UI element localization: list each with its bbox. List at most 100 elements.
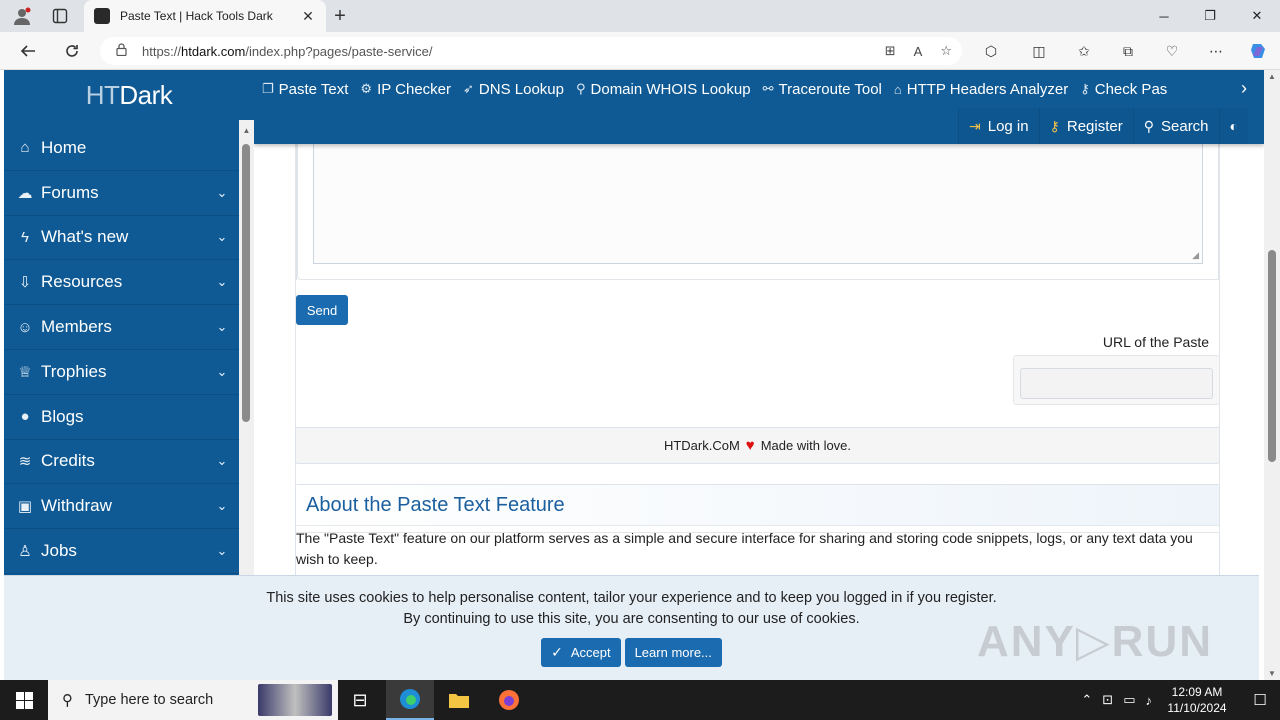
taskbar-search-placeholder: Type here to search	[85, 692, 214, 708]
anyrun-watermark: ANY▷RUN	[976, 617, 1213, 666]
site-logo[interactable]: HT Dark	[4, 70, 254, 120]
browser-tab-active[interactable]: Paste Text | Hack Tools Dark ✕	[84, 0, 326, 32]
sidebar-item-withdraw[interactable]: ▣ Withdraw ⌄	[4, 484, 239, 530]
split-screen-icon[interactable]: ◫	[1028, 41, 1050, 61]
tab-close-icon[interactable]: ✕	[298, 8, 318, 25]
search-button[interactable]: ⚲ Search	[1132, 108, 1219, 144]
logo-part-2: Dark	[119, 79, 173, 110]
file-explorer-icon[interactable]	[435, 680, 483, 720]
lock-icon	[116, 43, 130, 59]
sidebar-menu: ⌂ Home ☁ Forums ⌄ ϟ What's new ⌄ ⇩ Resources ⌄ ☺ Mem…	[4, 126, 239, 574]
clock[interactable]: 12:09 AM 11/10/2024	[1162, 684, 1232, 716]
chevron-down-icon[interactable]: ⌄	[205, 274, 239, 290]
nav-link-ip-checker[interactable]: ⚙ IP Checker	[360, 81, 451, 98]
sidebar-item-icon: ⌂	[20, 139, 30, 157]
nav-link-paste-text[interactable]: ❐ Paste Text	[262, 81, 348, 98]
taskbar-search[interactable]: ⚲ Type here to search	[48, 680, 338, 720]
heart-icon: ♥	[745, 437, 755, 454]
nav-link-traceroute-tool[interactable]: ⚯ Traceroute Tool	[763, 81, 882, 98]
settings-more-icon[interactable]: ⋯	[1205, 41, 1227, 61]
register-button[interactable]: ⚷ Register	[1038, 108, 1133, 144]
url-prefix: https://	[142, 43, 182, 59]
sidebar-item-icon: ☁	[17, 184, 33, 202]
sidebar-scroll-thumb[interactable]	[242, 144, 250, 422]
search-highlight-image	[258, 684, 332, 716]
browser-essentials-icon[interactable]: ♡	[1161, 41, 1183, 61]
resize-grip-icon[interactable]: ◢	[1192, 250, 1199, 261]
close-window-button[interactable]: ✕	[1234, 0, 1280, 32]
new-tab-button[interactable]: +	[330, 5, 350, 27]
sidebar: HT Dark ⌂ Home ☁ Forums ⌄ ϟ What's new ⌄ ⇩ Resourc…	[4, 70, 254, 576]
page-scroll-down-icon[interactable]: ▼	[1264, 669, 1280, 678]
login-button[interactable]: ⇥ Log in	[958, 108, 1039, 144]
favorites-icon[interactable]: ✩	[1073, 41, 1095, 61]
scroll-up-arrow-icon[interactable]: ▲	[239, 126, 254, 135]
network-device-icon[interactable]: ⊡	[1102, 692, 1113, 708]
nav-link-icon: ❐	[262, 81, 274, 96]
chevron-down-icon[interactable]: ⌄	[205, 185, 239, 201]
notification-center-icon[interactable]: ☐	[1250, 690, 1270, 710]
favorite-star-icon[interactable]: ☆	[940, 43, 952, 59]
sidebar-item-blogs[interactable]: ● Blogs	[4, 395, 239, 440]
sidebar-item-jobs[interactable]: ♙ Jobs ⌄	[4, 529, 239, 574]
firefox-icon[interactable]	[485, 680, 533, 720]
copilot-icon[interactable]	[1248, 41, 1270, 61]
nav-link-label: IP Checker	[377, 80, 452, 98]
network-icon[interactable]: ▭	[1123, 692, 1135, 708]
address-bar[interactable]: https://htdark.com/index.php?pages/paste…	[100, 37, 962, 65]
chevron-down-icon[interactable]: ⌄	[205, 319, 239, 335]
url-path: /index.php?pages/paste-service/	[245, 43, 433, 59]
chevron-down-icon[interactable]: ⌄	[205, 229, 239, 245]
read-aloud-icon[interactable]: A	[914, 44, 923, 59]
page-scroll-up-icon[interactable]: ▲	[1264, 72, 1280, 81]
minimize-button[interactable]: ─	[1141, 0, 1187, 32]
sidebar-item-home[interactable]: ⌂ Home	[4, 126, 239, 171]
sidebar-scrollbar[interactable]: ▲	[239, 120, 254, 576]
theme-toggle-button[interactable]: ◐	[1218, 108, 1248, 144]
paste-url-box	[1013, 355, 1220, 405]
windows-taskbar: ⚲ Type here to search ⊟ ⌃ ⊡ ▭ ♪ 12:09 AM…	[0, 680, 1280, 720]
nav-link-icon: ⚙	[360, 81, 373, 96]
sidebar-item-forums[interactable]: ☁ Forums ⌄	[4, 171, 239, 216]
sidebar-item-label: Members	[41, 317, 112, 337]
send-button[interactable]: Send	[296, 295, 348, 325]
start-button[interactable]	[0, 680, 48, 720]
paste-url-input[interactable]	[1020, 368, 1213, 399]
windows-logo-icon	[15, 691, 33, 709]
chevron-down-icon[interactable]: ⌄	[205, 364, 239, 380]
sidebar-item-credits[interactable]: ≋ Credits ⌄	[4, 440, 239, 485]
volume-icon[interactable]: ♪	[1146, 693, 1153, 708]
nav-scroll-right-icon[interactable]: ›	[1234, 78, 1254, 98]
sidebar-item-what-s-new[interactable]: ϟ What's new ⌄	[4, 216, 239, 261]
back-arrow-icon[interactable]	[17, 41, 39, 61]
nav-link-check-pas[interactable]: ⚷ Check Pas	[1080, 81, 1167, 98]
nav-link-http-headers-analyzer[interactable]: ⌂ HTTP Headers Analyzer	[894, 81, 1068, 98]
learn-more-button[interactable]: Learn more...	[624, 638, 722, 667]
chevron-down-icon[interactable]: ⌄	[205, 498, 239, 514]
refresh-icon[interactable]	[61, 41, 83, 61]
nav-link-domain-whois-lookup[interactable]: ⚲ Domain WHOIS Lookup	[576, 81, 751, 98]
tab-actions-icon[interactable]	[50, 6, 70, 26]
accept-cookies-button[interactable]: ✓ Accept	[541, 638, 621, 667]
sidebar-item-resources[interactable]: ⇩ Resources ⌄	[4, 260, 239, 306]
page-scrollbar[interactable]: ▲ ▼	[1264, 70, 1280, 680]
paste-textarea[interactable]: ◢	[313, 144, 1203, 264]
sidebar-item-label: Resources	[41, 272, 123, 292]
tray-expand-icon[interactable]: ⌃	[1081, 692, 1092, 708]
chevron-down-icon[interactable]: ⌄	[205, 543, 239, 559]
sidebar-item-trophies[interactable]: ♕ Trophies ⌄	[4, 350, 239, 395]
profile-icon[interactable]	[12, 6, 32, 26]
taskbar-search-icon: ⚲	[62, 692, 73, 709]
app-available-icon[interactable]: ⊞	[885, 43, 896, 59]
maximize-button[interactable]: ❐	[1187, 0, 1233, 32]
sidebar-item-members[interactable]: ☺ Members ⌄	[4, 305, 239, 350]
extensions-icon[interactable]: ⬡	[980, 41, 1002, 61]
sidebar-item-icon: ϟ	[21, 228, 29, 246]
chevron-down-icon[interactable]: ⌄	[205, 453, 239, 469]
page-scroll-thumb[interactable]	[1268, 250, 1276, 462]
task-view-icon[interactable]: ⊟	[336, 680, 384, 720]
nav-link-dns-lookup[interactable]: ➶ DNS Lookup	[463, 81, 564, 98]
sidebar-item-icon: ⇩	[18, 274, 32, 292]
collections-icon[interactable]: ⧉	[1117, 41, 1139, 61]
edge-browser-icon[interactable]	[386, 680, 434, 720]
